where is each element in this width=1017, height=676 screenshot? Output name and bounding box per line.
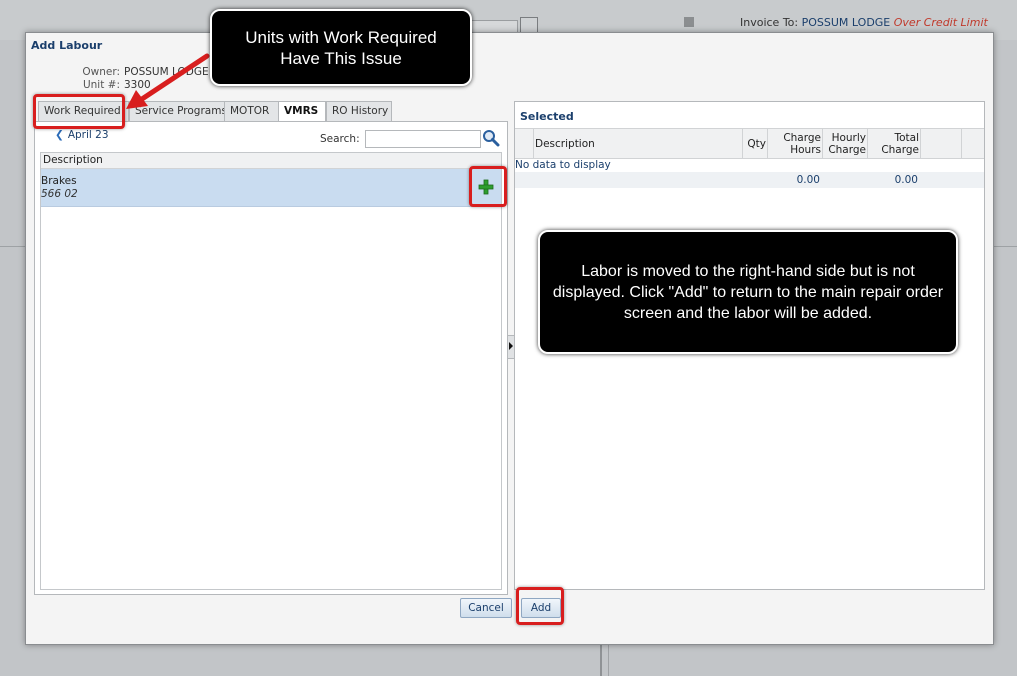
- selected-table-header: Description Qty Charge Hours Hourly Char…: [515, 128, 984, 159]
- list-item-title: Brakes: [41, 175, 77, 187]
- invoice-to-info: Invoice To: POSSUM LODGE Over Credit Lim…: [740, 16, 988, 29]
- owner-info: Owner: POSSUM LODGE Unit #: 3300: [78, 66, 209, 92]
- tab-ro-history[interactable]: RO History: [326, 101, 392, 121]
- column-header: Qty: [742, 129, 768, 158]
- total-charge-hours: 0.00: [796, 174, 820, 186]
- totals-row: 0.00 0.00: [515, 172, 984, 188]
- list-item-code: 566 02: [41, 188, 78, 200]
- column-header: Charge Hours: [767, 129, 823, 158]
- invoice-name: POSSUM LODGE: [801, 16, 891, 29]
- owner-label: Owner:: [82, 66, 120, 78]
- selected-title: Selected: [520, 110, 574, 123]
- list-item[interactable]: Brakes 566 02: [41, 169, 501, 207]
- background-divider: [600, 644, 602, 676]
- background-divider: [0, 246, 25, 247]
- add-button-highlight: [516, 587, 564, 625]
- unit-value: 3300: [124, 79, 151, 91]
- search-label: Search:: [320, 133, 360, 145]
- cancel-button[interactable]: Cancel: [460, 598, 512, 618]
- background-divider: [993, 246, 1017, 247]
- add-icon-highlight: [469, 166, 507, 207]
- owner-value: POSSUM LODGE: [124, 66, 209, 78]
- column-header: [920, 129, 961, 158]
- empty-message: No data to display: [515, 159, 611, 171]
- tab-vmrs[interactable]: VMRS: [278, 101, 326, 122]
- breadcrumb-label[interactable]: April 23: [68, 129, 109, 141]
- column-header-description: Description: [41, 153, 501, 169]
- chevron-left-icon[interactable]: ❮: [55, 129, 64, 141]
- dialog-title: Add Labour: [31, 39, 103, 52]
- column-header: Total Charge: [867, 129, 921, 158]
- background-small-icon: [684, 17, 694, 27]
- background-divider: [608, 644, 609, 676]
- search-input[interactable]: [365, 130, 481, 148]
- column-header: [961, 129, 984, 158]
- column-header: Hourly Charge: [822, 129, 868, 158]
- callout-text: Labor is moved to the right-hand side bu…: [552, 262, 944, 322]
- unit-label: Unit #:: [82, 79, 120, 91]
- expand-arrow-icon[interactable]: [509, 342, 513, 350]
- vmrs-list: Description Brakes 566 02: [40, 152, 502, 590]
- credit-warning: Over Credit Limit: [893, 16, 988, 29]
- callout-text: Units with Work Required Have This Issue: [245, 27, 437, 68]
- labor-added-callout: Labor is moved to the right-hand side bu…: [538, 230, 958, 354]
- tab-service-programs[interactable]: Service Programs: [129, 101, 227, 121]
- breadcrumb[interactable]: ❮ April 23: [55, 129, 109, 141]
- work-required-callout: Units with Work Required Have This Issue: [210, 9, 472, 86]
- column-header: Description: [533, 129, 743, 158]
- vmrs-panel: ❮ April 23 Search: Description Brakes 566…: [34, 121, 508, 595]
- total-charge: 0.00: [894, 174, 918, 186]
- search-icon[interactable]: [482, 129, 500, 147]
- tab-motor[interactable]: MOTOR: [224, 101, 279, 121]
- work-required-highlight: [33, 94, 125, 129]
- invoice-label: Invoice To:: [740, 16, 799, 29]
